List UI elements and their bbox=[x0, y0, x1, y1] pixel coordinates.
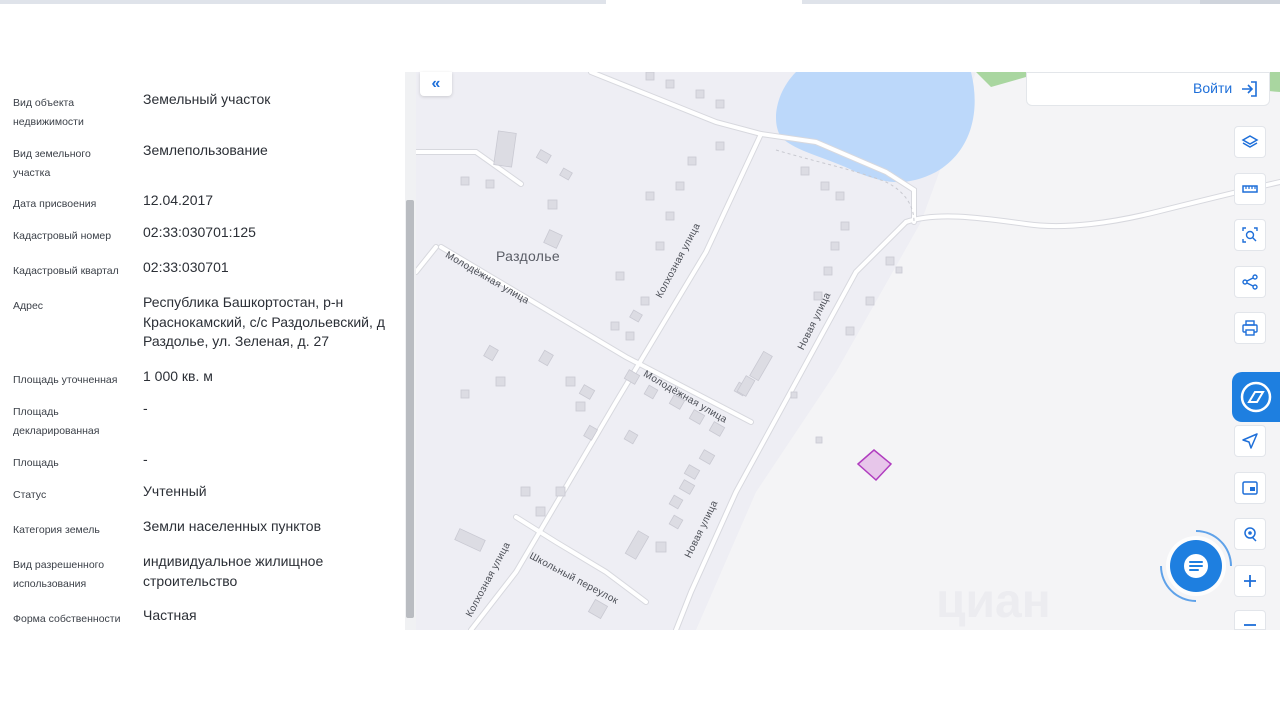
info-value: Республика Башкортостан, р-н Краснокамск… bbox=[143, 294, 385, 349]
navigation-button[interactable] bbox=[1234, 425, 1266, 457]
layers-icon bbox=[1241, 135, 1259, 148]
print-button[interactable] bbox=[1234, 312, 1266, 344]
navigation-arrow-icon bbox=[1242, 433, 1258, 449]
info-value: - bbox=[143, 451, 148, 467]
locate-icon bbox=[1244, 527, 1257, 542]
info-value: Частная bbox=[143, 607, 197, 623]
info-value: - bbox=[143, 400, 148, 416]
area-search-button[interactable] bbox=[1234, 219, 1266, 251]
info-label: Категория земель bbox=[13, 524, 100, 536]
info-label: Вид разрешенного использования bbox=[13, 559, 105, 590]
map-canvas[interactable]: циан bbox=[416, 72, 1280, 630]
zoom-out-icon bbox=[1244, 624, 1256, 626]
layers-button[interactable] bbox=[1234, 126, 1266, 158]
collapse-panel-button[interactable]: « bbox=[420, 72, 452, 96]
minimap-button[interactable] bbox=[1234, 472, 1266, 504]
chat-button[interactable] bbox=[1170, 540, 1222, 592]
info-value: Землепользование bbox=[143, 142, 268, 158]
town-label: Раздолье bbox=[496, 248, 560, 264]
info-label: Площадь bbox=[13, 457, 59, 469]
info-label: Статус bbox=[13, 489, 47, 501]
share-icon bbox=[1242, 274, 1258, 290]
info-label: Дата присвоения bbox=[13, 198, 97, 210]
share-button[interactable] bbox=[1234, 266, 1266, 298]
info-value: 1 000 кв. м bbox=[143, 368, 213, 384]
zoom-in-icon bbox=[1244, 575, 1256, 587]
zoom-out-button[interactable] bbox=[1234, 610, 1266, 630]
info-value: 12.04.2017 bbox=[143, 192, 214, 208]
browser-controls[interactable] bbox=[1200, 0, 1280, 4]
info-value: Земельный участок bbox=[143, 91, 271, 107]
info-value[interactable]: 02:33:030701:125 bbox=[143, 223, 393, 243]
info-label: Площадь декларированная bbox=[13, 406, 100, 437]
info-label: Вид объекта недвижимости bbox=[13, 97, 84, 128]
info-value: индивидуальное жилищное строительство bbox=[143, 553, 324, 589]
info-label: Кадастровый квартал bbox=[13, 265, 119, 277]
info-panel-scroll-thumb[interactable] bbox=[406, 200, 414, 618]
info-value[interactable]: 02:33:030701 bbox=[143, 258, 393, 278]
area-search-icon bbox=[1242, 227, 1258, 243]
svg-text:циан: циан bbox=[936, 575, 1051, 628]
chevron-double-left-icon: « bbox=[431, 75, 441, 92]
ruler-button[interactable] bbox=[1234, 173, 1266, 205]
chat-icon bbox=[1184, 554, 1208, 578]
login-button[interactable]: Войти bbox=[1193, 80, 1232, 96]
brand-logo-icon bbox=[1240, 381, 1272, 413]
login-icon[interactable] bbox=[1240, 80, 1258, 98]
brand-logo-button[interactable] bbox=[1232, 372, 1280, 422]
browser-top-strip bbox=[0, 0, 1280, 4]
page: Вид объекта недвижимости Земельный участ… bbox=[0, 0, 1280, 720]
locate-button[interactable] bbox=[1234, 518, 1266, 550]
info-label: Форма собственности bbox=[13, 613, 121, 625]
picture-in-picture-icon bbox=[1242, 481, 1258, 495]
info-label: Вид земельного участка bbox=[13, 148, 91, 179]
object-info-panel: Вид объекта недвижимости Земельный участ… bbox=[0, 72, 405, 630]
info-label: Адрес bbox=[13, 300, 44, 312]
info-value: Учтенный bbox=[143, 483, 207, 499]
info-label: Кадастровый номер bbox=[13, 230, 112, 242]
ruler-icon bbox=[1242, 185, 1258, 193]
zoom-in-button[interactable] bbox=[1234, 565, 1266, 597]
map-view[interactable]: циан Раздолье Молодёжная улица Молодёжна… bbox=[416, 72, 1280, 630]
print-icon bbox=[1242, 320, 1258, 336]
info-label: Площадь уточненная bbox=[13, 374, 118, 386]
login-bar bbox=[1026, 72, 1270, 106]
info-value: Земли населенных пунктов bbox=[143, 518, 322, 534]
browser-tab[interactable] bbox=[606, 0, 802, 4]
